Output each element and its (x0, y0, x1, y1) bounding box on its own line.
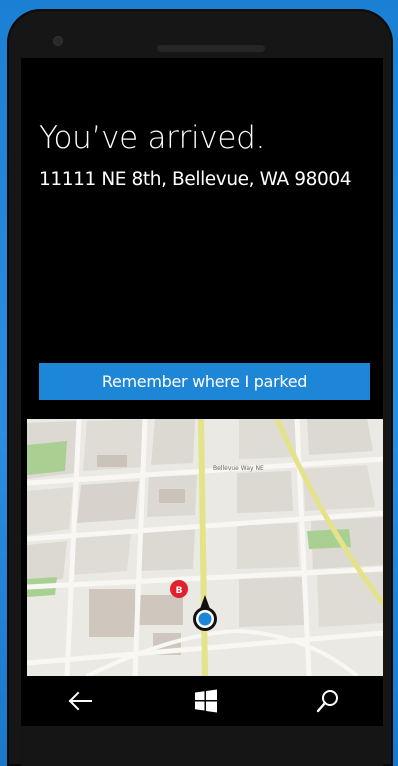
page-title: You’ve arrived. (39, 120, 266, 156)
map-canvas: B Bellevue Way NE (27, 419, 383, 676)
search-icon (316, 690, 338, 713)
back-arrow-icon (68, 691, 92, 711)
parking-marker[interactable]: B (170, 580, 188, 598)
phone-screen: You’ve arrived. 11111 NE 8th, Bellevue, … (21, 58, 383, 726)
street-label: Bellevue Way NE (213, 465, 264, 472)
system-nav-bar (21, 676, 383, 726)
map-view[interactable]: B Bellevue Way NE (27, 419, 383, 676)
remember-parking-button[interactable]: Remember where I parked (39, 363, 370, 400)
front-camera (53, 36, 63, 46)
home-button[interactable] (176, 676, 236, 726)
earpiece-speaker (157, 45, 265, 52)
windows-logo-icon (195, 689, 217, 713)
arrival-address: 11111 NE 8th, Bellevue, WA 98004 (39, 169, 352, 190)
search-button[interactable] (298, 676, 358, 726)
phone-bezel-bottom (21, 726, 383, 766)
parking-marker-label: B (176, 586, 183, 596)
back-button[interactable] (50, 676, 110, 726)
